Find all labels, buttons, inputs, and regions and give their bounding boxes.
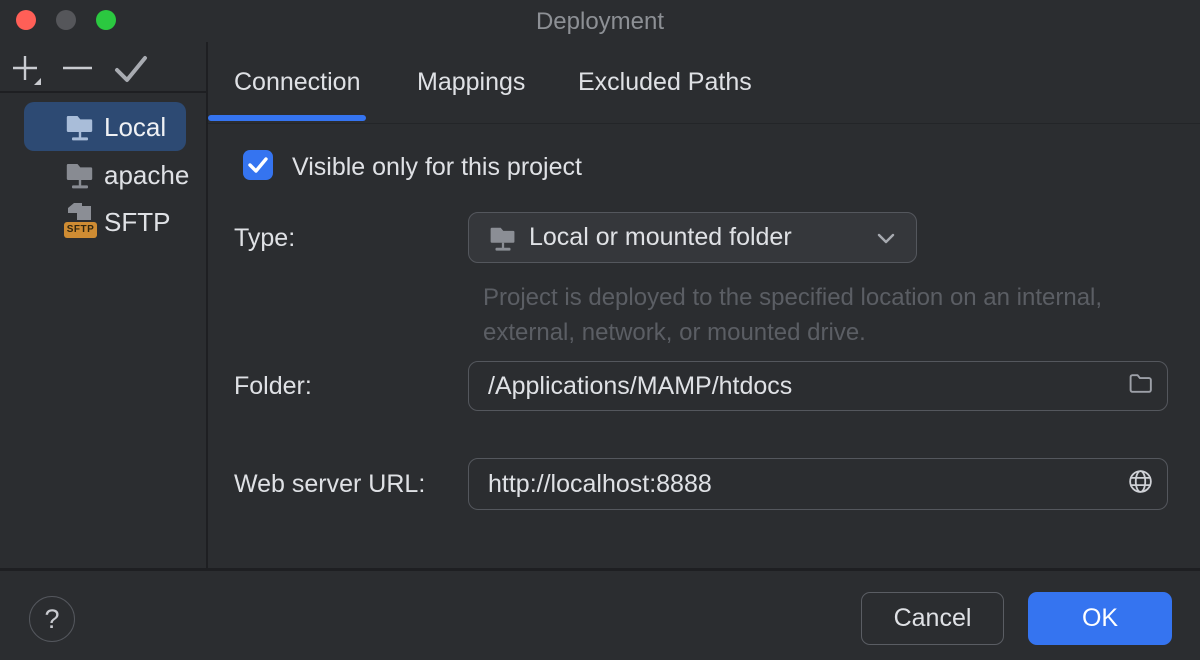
web-server-url-label: Web server URL:	[234, 470, 425, 499]
tab-mappings[interactable]: Mappings	[417, 68, 525, 97]
tab-excluded-paths[interactable]: Excluded Paths	[578, 68, 752, 97]
active-tab-underline	[208, 115, 366, 121]
web-server-url-field	[468, 458, 1168, 510]
footer-divider	[0, 568, 1200, 571]
help-button[interactable]: ?	[29, 596, 75, 642]
folder-input[interactable]	[488, 362, 1088, 410]
server-list-item-label[interactable]: SFTP	[104, 207, 170, 238]
cancel-button[interactable]: Cancel	[861, 592, 1004, 645]
checkmark-icon	[113, 73, 149, 90]
folder-label: Folder:	[234, 372, 312, 401]
folder-field	[468, 361, 1168, 411]
deployment-dialog: Deployment	[0, 0, 1200, 660]
type-dropdown-value: Local or mounted folder	[529, 223, 792, 252]
type-dropdown[interactable]: Local or mounted folder	[468, 212, 917, 263]
mounted-folder-icon	[64, 110, 96, 149]
mounted-folder-icon	[488, 222, 518, 259]
sftp-badge: SFTP	[64, 222, 97, 238]
globe-icon[interactable]	[1127, 468, 1154, 500]
tabs-bottom-border	[208, 123, 1200, 124]
use-as-default-button[interactable]	[113, 52, 149, 91]
question-mark-icon: ?	[44, 604, 59, 634]
ok-button[interactable]: OK	[1028, 592, 1172, 645]
type-label: Type:	[234, 224, 295, 253]
type-description-line2: external, network, or mounted drive.	[483, 319, 866, 347]
mounted-folder-icon	[64, 158, 96, 197]
minus-icon	[62, 75, 94, 92]
check-icon	[243, 167, 273, 184]
visible-only-checkbox-label[interactable]: Visible only for this project	[292, 153, 582, 182]
window-title: Deployment	[0, 8, 1200, 36]
web-server-url-input[interactable]	[488, 459, 1088, 509]
visible-only-checkbox[interactable]	[243, 150, 273, 180]
plus-icon	[10, 75, 44, 92]
server-list-item-label[interactable]: apache	[104, 160, 189, 191]
tab-connection[interactable]: Connection	[234, 68, 360, 97]
add-server-button[interactable]	[10, 54, 44, 93]
folder-browse-icon[interactable]	[1127, 370, 1154, 402]
sidebar-divider	[206, 42, 208, 571]
type-description-line1: Project is deployed to the specified loc…	[483, 284, 1102, 312]
server-list-item-label[interactable]: Local	[104, 112, 166, 143]
remove-server-button[interactable]	[62, 54, 94, 93]
chevron-down-icon	[874, 228, 898, 253]
